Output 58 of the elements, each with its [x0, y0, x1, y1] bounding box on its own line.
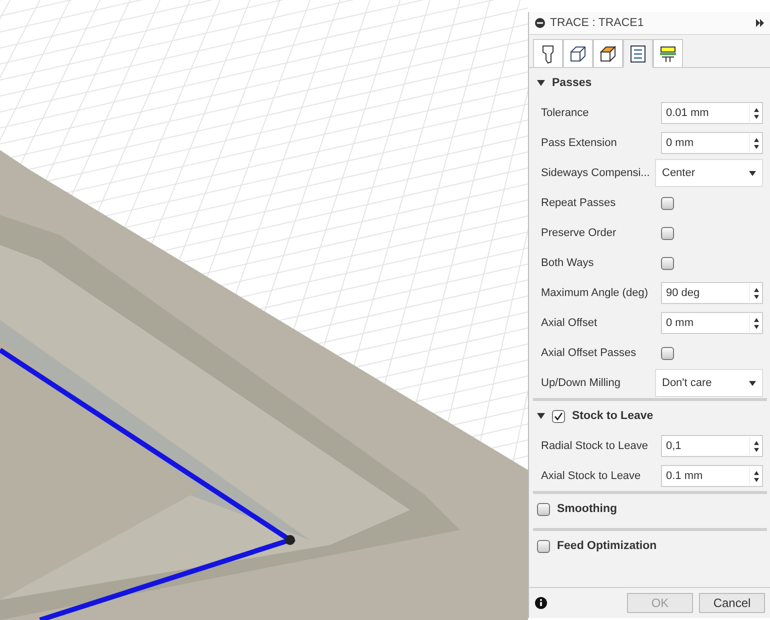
panel-tab[interactable] — [623, 39, 653, 68]
number-field[interactable]: 0.1 mm — [661, 465, 763, 487]
panel-title: TRACE : TRACE1 — [550, 17, 645, 29]
number-field[interactable]: 0 mm — [661, 132, 763, 154]
field-label: Preserve Order — [541, 227, 618, 239]
field-label: Maximum Angle (deg) — [541, 287, 649, 299]
checkbox[interactable] — [537, 502, 550, 516]
field-label: Sideways Compensi... — [541, 167, 651, 179]
field-label: Both Ways — [541, 257, 595, 269]
number-field[interactable]: 0.01 mm — [661, 102, 763, 124]
number-field[interactable]: 90 deg — [661, 282, 763, 304]
field-label: Axial Stock to Leave — [541, 470, 642, 482]
number-field[interactable]: 0,1 — [661, 435, 763, 457]
panel-tab[interactable] — [593, 39, 623, 67]
panel-tab[interactable] — [653, 39, 683, 67]
checkbox[interactable] — [661, 226, 674, 240]
spinner-arrows-icon[interactable] — [754, 108, 758, 118]
spinner-arrows-icon[interactable] — [754, 288, 758, 298]
spinner-arrows-icon[interactable] — [754, 318, 758, 328]
section-title[interactable]: Feed Optimization — [557, 540, 657, 552]
cube-icon — [569, 44, 587, 62]
panel-tab[interactable] — [533, 39, 563, 67]
collapse-triangle-icon[interactable] — [537, 80, 545, 86]
section-title[interactable]: Smoothing — [557, 503, 618, 515]
tool-icon — [541, 44, 555, 64]
field-label: Axial Offset — [541, 317, 598, 329]
minus-circle-icon[interactable] — [535, 18, 545, 28]
spinner-arrows-icon[interactable] — [754, 470, 758, 482]
dropdown[interactable]: Don't care — [655, 369, 763, 397]
checkbox[interactable] — [537, 540, 550, 552]
section-title[interactable]: Passes — [552, 77, 592, 89]
expand-icon[interactable] — [756, 19, 765, 27]
spinner-arrows-icon[interactable] — [754, 138, 758, 148]
field-label: Up/Down Milling — [541, 377, 622, 389]
checkbox[interactable] — [661, 196, 674, 210]
field-label: Tolerance — [541, 107, 590, 119]
field-label: Axial Offset Passes — [541, 347, 638, 359]
collapsed-section-header[interactable]: Smoothing — [529, 494, 770, 524]
document-icon — [630, 44, 646, 62]
collapse-triangle-icon[interactable] — [537, 413, 545, 419]
checkbox[interactable] — [552, 410, 565, 422]
number-field[interactable]: 0 mm — [661, 312, 763, 334]
dropdown[interactable]: Center — [655, 159, 763, 187]
field-label: Pass Extension — [541, 137, 618, 149]
checkbox[interactable] — [661, 256, 674, 270]
caret-icon — [749, 380, 756, 386]
checkbox[interactable] — [661, 346, 674, 360]
caret-icon — [749, 170, 756, 176]
field-label: Radial Stock to Leave — [541, 440, 650, 452]
field-label: Repeat Passes — [541, 197, 617, 209]
linking-icon — [659, 44, 677, 62]
dialog-button[interactable]: Cancel — [699, 593, 765, 613]
info-icon[interactable] — [535, 597, 547, 609]
section-title[interactable]: Stock to Leave — [572, 410, 654, 422]
panel-tab[interactable] — [563, 39, 593, 67]
spinner-arrows-icon[interactable] — [754, 440, 758, 452]
stacked-box-icon — [599, 44, 617, 62]
collapsed-section-header[interactable]: Feed Optimization — [529, 531, 770, 561]
